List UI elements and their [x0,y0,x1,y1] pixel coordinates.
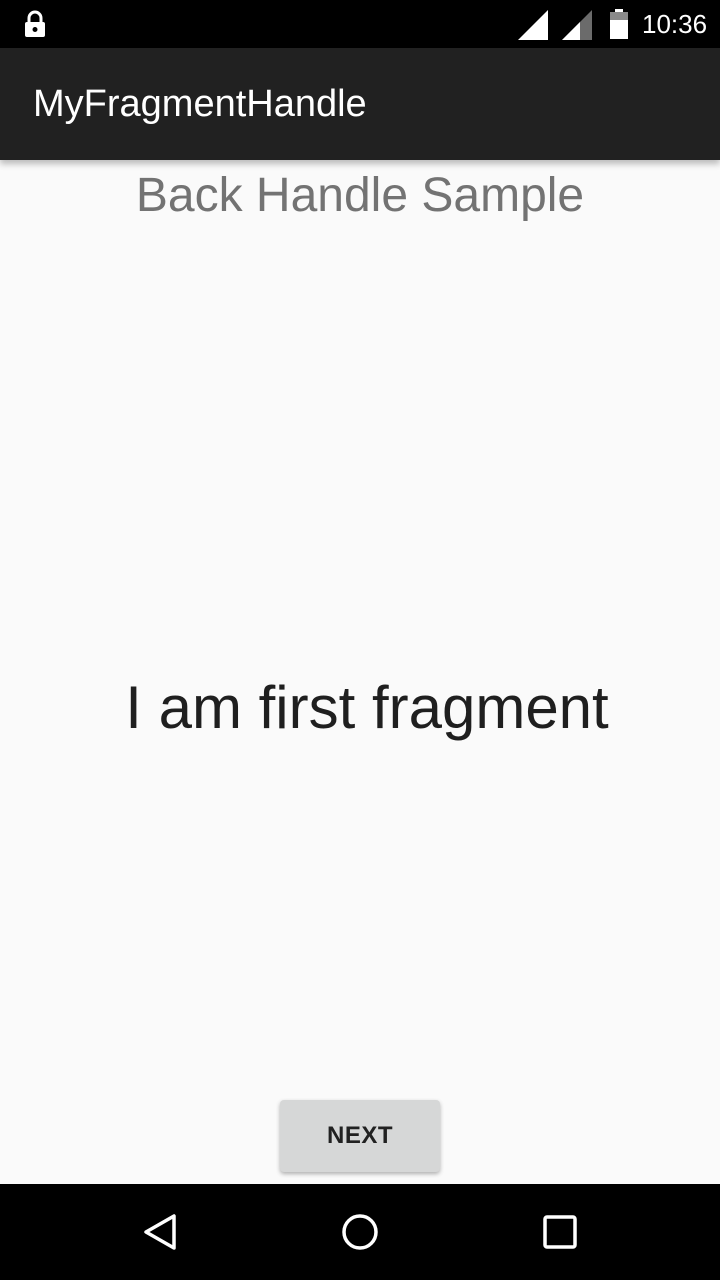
back-icon[interactable] [136,1208,184,1256]
status-bar: 10:36 [0,0,720,48]
app-screen: 10:36 MyFragmentHandle Back Handle Sampl… [0,0,720,1280]
lock-icon [25,10,45,37]
fragment-message: I am first fragment [125,674,609,741]
recents-icon[interactable] [536,1208,584,1256]
status-clock: 10:36 [642,9,708,39]
navigation-bar [0,1184,720,1280]
app-title: MyFragmentHandle [33,83,367,125]
home-icon[interactable] [336,1208,384,1256]
next-button[interactable]: NEXT [280,1100,440,1172]
app-bar: MyFragmentHandle [0,48,720,160]
signal-icon [562,10,592,40]
battery-icon [610,9,628,39]
page-subtitle: Back Handle Sample [135,169,585,222]
signal-icon [518,10,548,40]
